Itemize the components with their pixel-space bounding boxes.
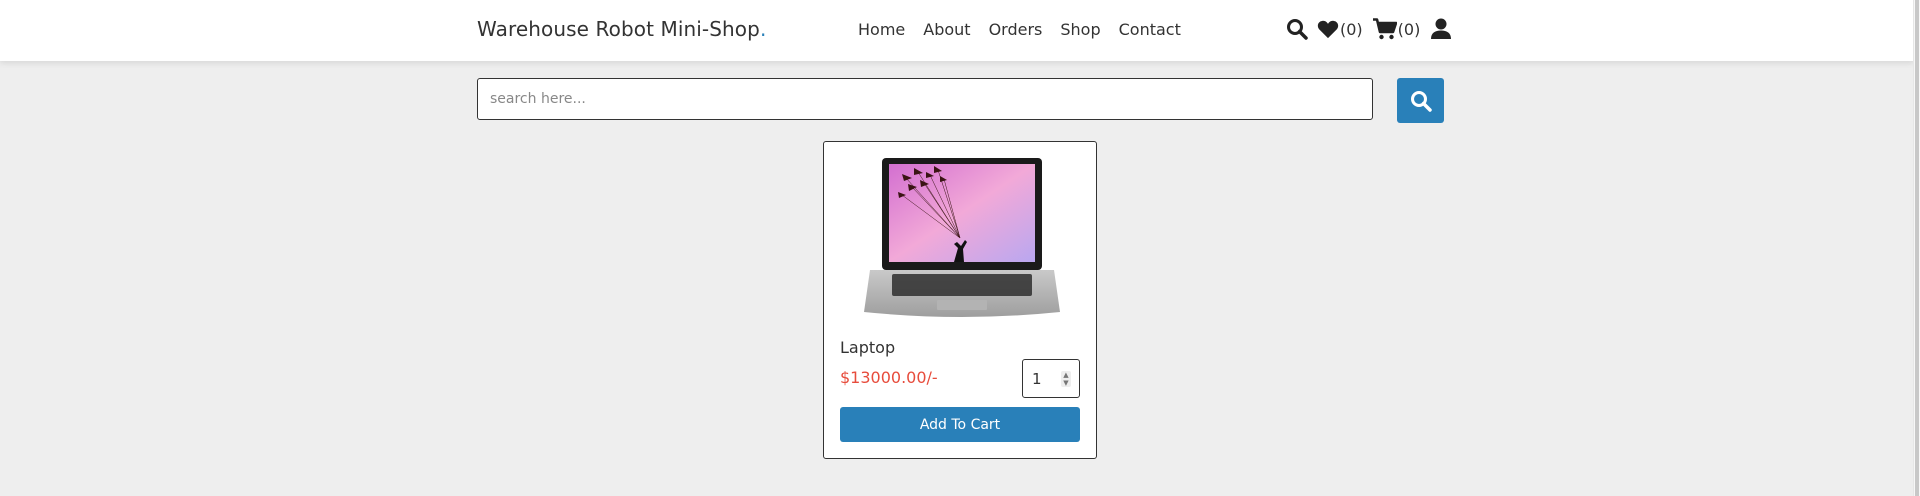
- product-name: Laptop: [840, 338, 896, 357]
- header: Warehouse Robot Mini-Shop. Home About Or…: [0, 0, 1914, 61]
- nav-home[interactable]: Home: [858, 20, 905, 39]
- nav-contact[interactable]: Contact: [1119, 20, 1181, 39]
- cart-icon: [1372, 18, 1397, 40]
- search-icon: [1287, 19, 1308, 40]
- search-icon-button[interactable]: [1286, 18, 1308, 40]
- wishlist-count: (0): [1340, 19, 1363, 39]
- search-icon: [1410, 90, 1432, 112]
- nav-shop[interactable]: Shop: [1060, 20, 1100, 39]
- user-icon: [1431, 18, 1452, 39]
- quantity-spinner[interactable]: ▲ ▼: [1061, 370, 1071, 387]
- product-card: Laptop $13000.00/- 1 ▲ ▼ Add To Cart: [823, 141, 1097, 459]
- scrollbar[interactable]: [1913, 0, 1920, 496]
- spinner-up-icon[interactable]: ▲: [1061, 371, 1071, 379]
- search-input[interactable]: [477, 78, 1373, 120]
- spinner-down-icon[interactable]: ▼: [1061, 379, 1071, 387]
- scrollbar-thumb[interactable]: [1915, 0, 1919, 496]
- product-image[interactable]: [862, 152, 1062, 324]
- heart-icon: [1317, 20, 1339, 39]
- wishlist-button[interactable]: (0): [1317, 19, 1363, 39]
- quantity-value[interactable]: 1: [1032, 370, 1061, 388]
- site-logo[interactable]: Warehouse Robot Mini-Shop.: [477, 17, 766, 41]
- cart-button[interactable]: (0): [1372, 18, 1421, 40]
- nav-about[interactable]: About: [923, 20, 970, 39]
- quantity-stepper[interactable]: 1 ▲ ▼: [1022, 359, 1080, 398]
- add-to-cart-button[interactable]: Add To Cart: [840, 407, 1080, 442]
- search-submit-button[interactable]: [1397, 78, 1444, 123]
- nav-orders[interactable]: Orders: [989, 20, 1043, 39]
- product-price: $13000.00/-: [840, 368, 938, 387]
- main-nav: Home About Orders Shop Contact: [858, 20, 1181, 39]
- header-icons: (0) (0): [1286, 18, 1452, 40]
- account-button[interactable]: [1431, 18, 1452, 40]
- cart-count: (0): [1397, 19, 1421, 39]
